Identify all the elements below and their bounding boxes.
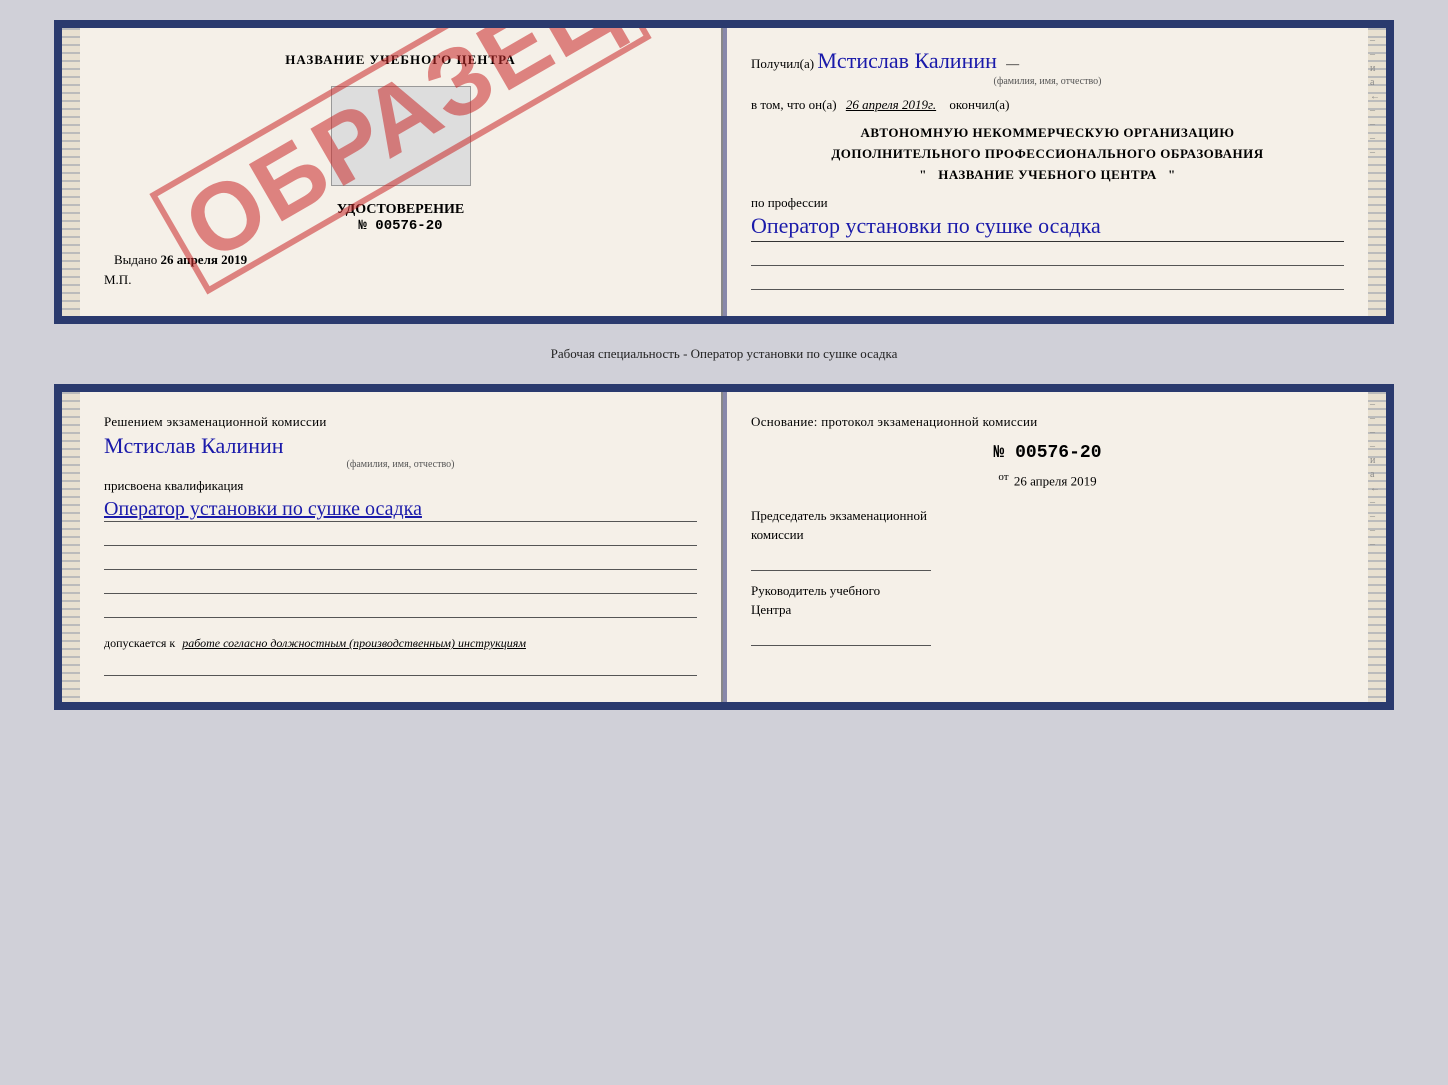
received-line: Получил(а) Мстислав Калинин — [751,48,1344,74]
edge-dash-b5: и [1370,456,1384,466]
fio-subtitle-bottom: (фамилия, имя, отчество) [104,459,697,470]
edge-dash-b3: – [1370,428,1384,438]
certificate-photo-box [331,86,471,186]
blank-line-b5 [104,658,697,676]
commission-text: Решением экзаменационной комиссии [104,412,697,433]
blank-line-b4 [104,600,697,618]
chairman-signature-line [751,551,931,571]
edge-dash-b7: ← [1370,484,1384,494]
rukovoditel-signature-line [751,626,931,646]
school-name-top: НАЗВАНИЕ УЧЕБНОГО ЦЕНТРА [285,52,516,68]
edge-dashes: – – и а ← – – – – [1368,28,1386,166]
okonchaniye-date: 26 апреля 2019г. [846,97,936,112]
top-doc-left: НАЗВАНИЕ УЧЕБНОГО ЦЕНТРА УДОСТОВЕРЕНИЕ №… [80,28,723,316]
edge-dash-b11: – [1370,540,1384,550]
udostoverenie-label: УДОСТОВЕРЕНИЕ [337,202,464,218]
blank-line-b1 [104,528,697,546]
blank-line-2 [751,272,1344,290]
vydano-line: Выдано 26 апреля 2019 [104,252,247,268]
received-prefix: Получил(а) [751,56,814,71]
date-value: 26 апреля 2019 [1014,474,1097,489]
profession-label: по профессии [751,195,1344,211]
org-quote-close: " [1168,167,1176,182]
work-text: работе согласно должностным (производств… [182,636,526,650]
edge-dash-b1: – [1370,400,1384,410]
blank-line-b3 [104,576,697,594]
org-line3: " НАЗВАНИЕ УЧЕБНОГО ЦЕНТРА " [751,165,1344,186]
edge-dash-b2: – [1370,414,1384,424]
bottom-doc-left: Решением экзаменационной комиссии Мстисл… [80,392,723,702]
rukovoditel-line1: Руководитель учебного [751,583,880,598]
left-binding-bottom [62,392,80,702]
osnovaniye-text: Основание: протокол экзаменационной коми… [751,412,1344,433]
edge-dash-3: и [1370,64,1384,74]
edge-dash-b4: – [1370,442,1384,452]
recipient-name-top: Мстислав Калинин [817,48,997,73]
edge-dash-b10: – [1370,526,1384,536]
fio-subtitle-top: (фамилия, имя, отчество) [751,76,1344,87]
edge-dash-b9: – [1370,512,1384,522]
top-doc-right: Получил(а) Мстислав Калинин — (фамилия, … [727,28,1368,316]
org-line1: АВТОНОМНУЮ НЕКОММЕРЧЕСКУЮ ОРГАНИЗАЦИЮ [751,123,1344,144]
edge-dash-5: ← [1370,92,1384,102]
profession-value: Оператор установки по сушке осадка [751,213,1344,242]
edge-dash-b6: а [1370,470,1384,480]
org-block: АВТОНОМНУЮ НЕКОММЕРЧЕСКУЮ ОРГАНИЗАЦИЮ ДО… [751,123,1344,185]
edge-dash-2: – [1370,50,1384,60]
edge-dash-9: – [1370,148,1384,158]
qualification-value: Оператор установки по сушке осадка [104,498,697,522]
date-line: от 26 апреля 2019 [751,471,1344,489]
dopuskaetsya-prefix: допускается к [104,636,175,650]
vtom-prefix: в том, что он(а) [751,97,837,112]
person-name-bottom: Мстислав Калинин [104,433,697,459]
prisvoena-text: присвоена квалификация [104,478,697,494]
edge-dash-b8: – [1370,498,1384,508]
okончил-label: окончил(а) [949,97,1009,112]
top-document: НАЗВАНИЕ УЧЕБНОГО ЦЕНТРА УДОСТОВЕРЕНИЕ №… [54,20,1394,324]
ot-prefix: от [998,471,1008,483]
chairman-line1: Председатель экзаменационной [751,508,927,523]
bottom-document: Решением экзаменационной комиссии Мстисл… [54,384,1394,710]
dash-after-name: — [1006,56,1019,71]
dopuskaetsya-block: допускается к работе согласно должностны… [104,634,697,652]
rukovoditel-text: Руководитель учебного Центра [751,581,1344,620]
protocol-number: № 00576-20 [751,443,1344,463]
right-binding-top: – – и а ← – – – – [1368,28,1386,316]
edge-dash-6: – [1370,106,1384,116]
specialty-label: Рабочая специальность - Оператор установ… [541,346,908,362]
blank-line-1 [751,248,1344,266]
org-quote-open: " [919,167,927,182]
org-name: НАЗВАНИЕ УЧЕБНОГО ЦЕНТРА [938,167,1157,182]
chairman-text: Председатель экзаменационной комиссии [751,506,1344,545]
mp-label: М.П. [104,272,131,288]
bottom-doc-right: Основание: протокол экзаменационной коми… [727,392,1368,702]
right-binding-bottom: – – – – и а ← – – – – [1368,392,1386,702]
certificate-number: № 00576-20 [358,218,442,234]
left-binding [62,28,80,316]
edge-dash-7: – [1370,120,1384,130]
vydano-prefix: Выдано [114,252,157,267]
vydano-date: 26 апреля 2019 [161,252,248,267]
chairman-line2: комиссии [751,527,804,542]
page-wrapper: НАЗВАНИЕ УЧЕБНОГО ЦЕНТРА УДОСТОВЕРЕНИЕ №… [20,20,1428,710]
edge-dash-1: – [1370,36,1384,46]
blank-line-b2 [104,552,697,570]
rukovoditel-line2: Центра [751,602,791,617]
vtom-line: в том, что он(а) 26 апреля 2019г. окончи… [751,97,1344,113]
edge-dashes-bottom: – – – – и а ← – – – – [1368,392,1386,558]
org-line2: ДОПОЛНИТЕЛЬНОГО ПРОФЕССИОНАЛЬНОГО ОБРАЗО… [751,144,1344,165]
edge-dash-8: – [1370,134,1384,144]
edge-dash-4: а [1370,78,1384,88]
